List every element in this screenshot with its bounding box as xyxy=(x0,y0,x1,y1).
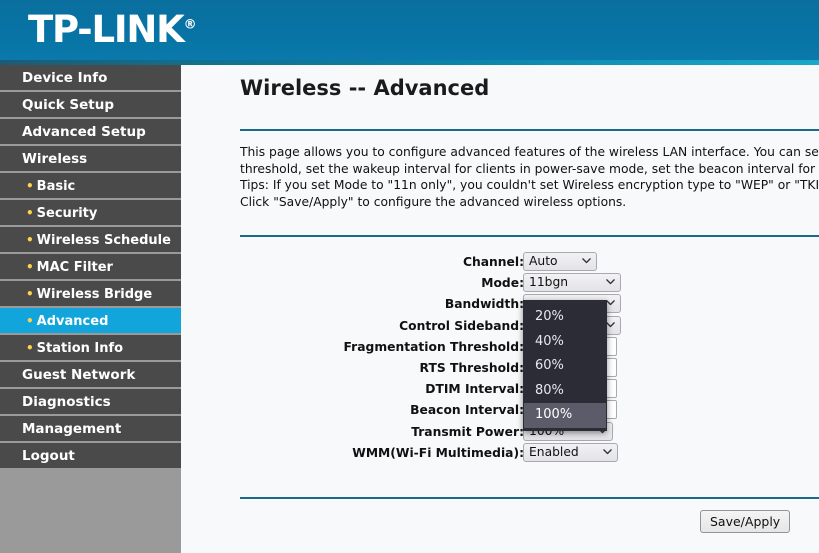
sidebar-item-label: Advanced Setup xyxy=(22,124,146,140)
chevron-down-icon xyxy=(582,256,591,265)
sidebar-item-quick-setup[interactable]: Quick Setup xyxy=(0,92,181,119)
wireless-advanced-form: Channel: Auto Mode: 11bgn Bandwidth: Control … xyxy=(181,252,819,465)
bullet-icon: • xyxy=(26,341,34,355)
sidebar-item-station-info[interactable]: • Station Info xyxy=(0,335,181,362)
sidebar-item-label: Diagnostics xyxy=(22,394,111,410)
sidebar-nav: Device Info Quick Setup Advanced Setup Wire… xyxy=(0,65,181,553)
field-label: Channel: xyxy=(462,255,524,269)
field-label: WMM(Wi-Fi Multimedia): xyxy=(352,445,524,460)
bandwidth-dropdown-menu[interactable]: 20% 40% 60% 80% 100% xyxy=(523,300,607,431)
sidebar-item-label: MAC Filter xyxy=(36,260,113,275)
form-row: RTS Threshold: xyxy=(181,357,819,380)
form-row: Fragmentation Threshold: xyxy=(181,336,819,359)
sidebar-item-device-info[interactable]: Device Info xyxy=(0,65,181,92)
field-label: Transmit Power: xyxy=(411,424,524,439)
registered-trademark-icon: ® xyxy=(183,17,197,33)
field-control: Auto xyxy=(523,252,597,271)
sidebar-item-basic[interactable]: • Basic xyxy=(0,173,181,200)
header-banner: TP-LINK® xyxy=(0,0,819,60)
dropdown-option[interactable]: 20% xyxy=(524,305,606,330)
sidebar-item-diagnostics[interactable]: Diagnostics xyxy=(0,389,181,416)
router-admin-page: TP-LINK® Device Info Quick Setup Advanced … xyxy=(0,0,819,553)
page-title: Wireless -- Advanced xyxy=(240,76,490,100)
field-label: Bandwidth: xyxy=(444,297,524,312)
dropdown-option[interactable]: 100% xyxy=(524,403,606,428)
form-row: DTIM Interval: xyxy=(181,379,819,401)
description-line: threshold, set the wakeup interval for c… xyxy=(240,161,819,176)
description-line: Click "Save/Apply" to configure the adva… xyxy=(240,194,627,209)
field-label: Control Sideband: xyxy=(399,318,524,333)
sidebar-item-guest-network[interactable]: Guest Network xyxy=(0,362,181,389)
sidebar-item-wireless-schedule[interactable]: • Wireless Schedule xyxy=(0,227,181,254)
form-row: Beacon Interval: xyxy=(181,400,819,422)
select-value: Enabled xyxy=(529,444,579,459)
bullet-icon: • xyxy=(26,287,34,301)
content-panel: Wireless -- Advanced This page allows yo… xyxy=(181,65,819,553)
field-label: Beacon Interval: xyxy=(410,403,524,418)
form-row: Mode: 11bgn xyxy=(181,273,819,295)
sidebar-item-logout[interactable]: Logout xyxy=(0,443,181,470)
page-description: This page allows you to configure advanc… xyxy=(240,144,819,210)
channel-select[interactable]: Auto xyxy=(523,252,597,271)
form-row: WMM(Wi-Fi Multimedia): Enabled xyxy=(181,442,819,465)
field-label: Fragmentation Threshold: xyxy=(343,339,524,354)
sidebar-item-advanced[interactable]: • Advanced xyxy=(0,308,181,335)
divider-middle xyxy=(240,235,819,237)
sidebar-item-security[interactable]: • Security xyxy=(0,200,181,227)
chevron-down-icon xyxy=(603,447,612,456)
sidebar-item-label: Logout xyxy=(22,448,75,464)
sidebar-item-label: Wireless xyxy=(22,151,88,167)
dropdown-option[interactable]: 80% xyxy=(524,379,606,404)
form-row: Transmit Power: 100% xyxy=(181,421,819,444)
sidebar-item-wireless-bridge[interactable]: • Wireless Bridge xyxy=(0,281,181,308)
sidebar-item-label: Station Info xyxy=(36,341,124,356)
sidebar-item-label: Security xyxy=(36,206,98,221)
dropdown-option[interactable]: 60% xyxy=(524,354,606,379)
bullet-icon: • xyxy=(26,179,34,193)
form-row: Channel: Auto xyxy=(181,252,819,274)
description-line: Tips: If you set Mode to "11n only", you… xyxy=(240,178,819,192)
form-row: Bandwidth: xyxy=(181,294,819,316)
bullet-icon: • xyxy=(26,206,34,220)
select-value: 11bgn xyxy=(529,275,569,290)
description-line: This page allows you to configure advanc… xyxy=(240,145,819,159)
sidebar-item-label: Basic xyxy=(36,179,76,194)
field-label: DTIM Interval: xyxy=(425,382,524,397)
sidebar-item-wireless[interactable]: Wireless xyxy=(0,146,181,173)
sidebar-item-label: Wireless Bridge xyxy=(36,287,153,302)
mode-select[interactable]: 11bgn xyxy=(523,273,621,293)
sidebar-item-label: Management xyxy=(22,421,122,437)
field-control: 11bgn xyxy=(523,273,621,293)
sidebar-item-label: Advanced xyxy=(36,314,109,329)
bullet-icon: • xyxy=(26,233,34,247)
form-row: Control Sideband: xyxy=(181,315,819,338)
field-label: RTS Threshold: xyxy=(419,360,524,375)
sidebar-item-label: Device Info xyxy=(22,70,108,86)
chevron-down-icon xyxy=(606,277,615,286)
wmm-wi-fi-multimedia-select[interactable]: Enabled xyxy=(523,442,618,462)
divider-bottom xyxy=(240,497,819,499)
field-control: Enabled xyxy=(523,442,618,462)
dropdown-option[interactable]: 40% xyxy=(524,330,606,355)
chevron-down-icon xyxy=(606,298,615,307)
select-value: Auto xyxy=(529,254,558,268)
sidebar-item-label: Guest Network xyxy=(22,367,136,383)
save-apply-button[interactable]: Save/Apply xyxy=(700,510,791,533)
bullet-icon: • xyxy=(26,260,34,274)
sidebar-item-label: Wireless Schedule xyxy=(36,233,171,248)
tp-link-logo: TP-LINK® xyxy=(28,8,197,51)
sidebar-item-advanced-setup[interactable]: Advanced Setup xyxy=(0,119,181,146)
bullet-icon: • xyxy=(26,314,34,328)
sidebar-item-management[interactable]: Management xyxy=(0,416,181,443)
chevron-down-icon xyxy=(606,320,615,329)
field-label: Mode: xyxy=(481,276,524,291)
logo-text: TP-LINK xyxy=(28,8,185,51)
sidebar-item-mac-filter[interactable]: • MAC Filter xyxy=(0,254,181,281)
sidebar-item-label: Quick Setup xyxy=(22,97,115,113)
divider-top xyxy=(240,129,819,131)
